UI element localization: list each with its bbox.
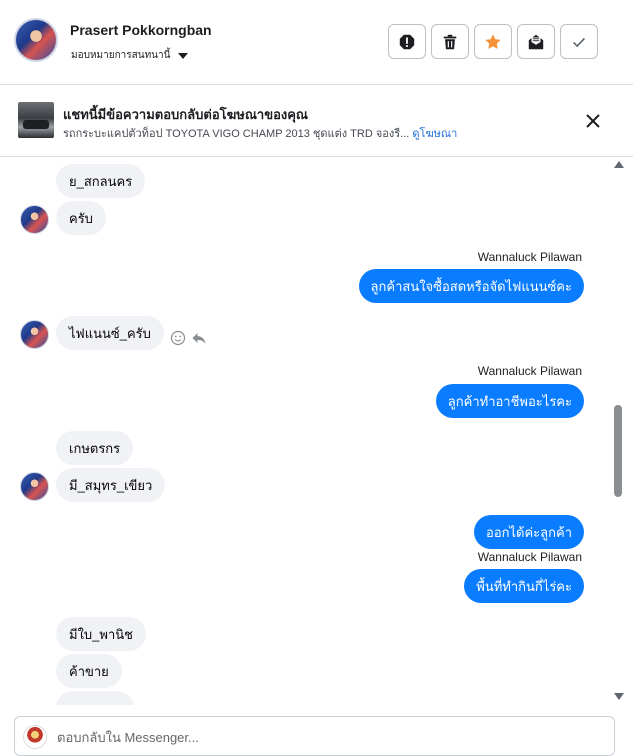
mark-unread-button[interactable] (517, 24, 555, 59)
reply-icon[interactable] (191, 330, 207, 346)
reply-input[interactable] (57, 723, 597, 751)
scroll-up-arrow-icon[interactable] (614, 161, 624, 168)
contact-avatar-small (20, 320, 49, 349)
conversation-header: Prasert Pokkorngban มอบหมายการสนทนานี้ (0, 0, 633, 85)
sender-name: Wannaluck Pilawan (477, 550, 582, 564)
contact-avatar-small (20, 472, 49, 501)
ad-description: รถกระบะแคปตัวท็อป TOYOTA VIGO CHAMP 2013… (63, 128, 413, 140)
outgoing-message[interactable]: พื้นที่ทำกินกี่ไร่คะ (464, 569, 584, 603)
ad-banner-title: แชทนี้มีข้อความตอบกลับต่อโฆษณาของคุณ (63, 107, 308, 122)
chevron-down-icon (178, 52, 189, 59)
incoming-message[interactable]: มีใบ_พานิช (56, 617, 146, 651)
message-thread[interactable]: ย_สกลนคร ครับ Wannaluck Pilawan ลูกค้าสน… (0, 157, 612, 705)
mark-done-button[interactable] (560, 24, 598, 59)
outgoing-message[interactable]: ลูกค้าทำอาชีพอะไรคะ (435, 384, 584, 418)
ad-reply-banner: แชทนี้มีข้อความตอบกลับต่อโฆษณาของคุณ รถก… (0, 86, 633, 157)
contact-avatar[interactable] (14, 18, 58, 62)
report-button[interactable] (388, 24, 426, 59)
star-button[interactable] (474, 24, 512, 59)
report-icon (399, 34, 415, 49)
view-ad-link[interactable]: ดูโฆษณา (412, 128, 457, 140)
ad-thumbnail[interactable] (18, 102, 54, 138)
react-emoji-icon[interactable] (170, 330, 186, 346)
star-icon (485, 33, 501, 49)
outgoing-message[interactable]: ลูกค้าสนใจซื้อสดหรือจัดไฟแนนซ์คะ (358, 269, 584, 303)
incoming-message[interactable]: ย_สกลนคร (56, 164, 146, 198)
incoming-message[interactable]: เกษตรกร (56, 431, 134, 465)
page-avatar (23, 725, 47, 749)
sender-name: Wannaluck Pilawan (477, 364, 582, 378)
outgoing-message[interactable]: ออกได้ค่ะลูกค้า (474, 515, 584, 549)
assign-label: มอบหมายการสนทนานี้ (71, 50, 171, 61)
incoming-message[interactable]: มี_สมุทร_เขียว (56, 468, 166, 502)
scrollbar-thumb[interactable] (614, 405, 622, 497)
contact-name[interactable]: Prasert Pokkorngban (70, 22, 212, 38)
ad-banner-subtitle: รถกระบะแคปตัวท็อป TOYOTA VIGO CHAMP 2013… (63, 124, 457, 142)
sender-name: Wannaluck Pilawan (477, 250, 582, 264)
contact-avatar-small (20, 205, 49, 234)
message-actions (170, 330, 207, 346)
thread-scrollbar[interactable] (612, 157, 626, 705)
mail-icon (528, 34, 544, 49)
check-icon (573, 37, 585, 47)
incoming-message-partial[interactable] (56, 691, 134, 705)
scroll-down-arrow-icon[interactable] (614, 693, 624, 700)
delete-button[interactable] (431, 24, 469, 59)
incoming-message[interactable]: ค้าขาย (56, 654, 122, 688)
reply-composer (14, 716, 615, 756)
assign-conversation-dropdown[interactable]: มอบหมายการสนทนานี้ (71, 48, 189, 63)
incoming-message[interactable]: ครับ (56, 201, 106, 235)
close-icon[interactable] (583, 111, 603, 131)
trash-icon (443, 34, 457, 49)
incoming-message[interactable]: ไฟแนนซ์_ครับ (56, 316, 164, 350)
